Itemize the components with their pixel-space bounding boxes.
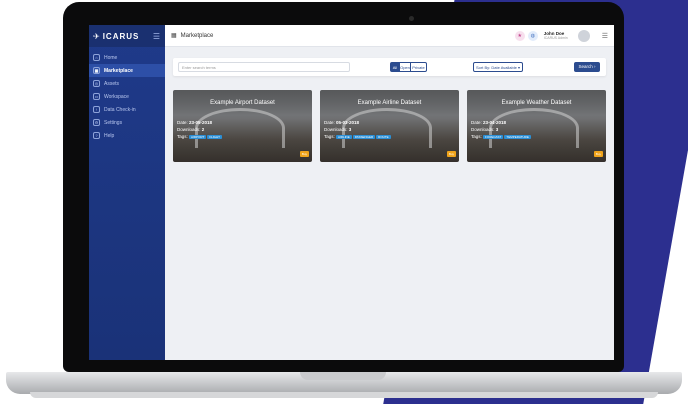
dataset-card[interactable]: Example Airport Dataset Date: 23-05-2018… <box>173 90 312 162</box>
filter-bar: Enter search terms All Open Private Sort… <box>173 58 606 76</box>
plane-logo-icon: ✈ <box>93 31 100 41</box>
card-tags: Tags: AIRLINE PASSENGER ROUTE <box>324 134 391 139</box>
sidebar-item-help[interactable]: ? Help <box>89 129 165 142</box>
avatar[interactable] <box>577 29 590 42</box>
sort-dropdown[interactable]: Sort By: Date Available ▾ <box>473 62 523 72</box>
menu-toggle-icon[interactable]: ☰ <box>153 32 160 41</box>
grid-icon: ▦ <box>93 67 100 74</box>
sidebar-item-label: Settings <box>104 119 123 126</box>
sidebar-item-marketplace[interactable]: ▦ Marketplace <box>89 64 165 77</box>
globe-icon[interactable]: ◍ <box>527 30 538 41</box>
tag[interactable]: AIRLINE <box>336 135 352 139</box>
user-role: ICARUS Admin <box>543 36 568 40</box>
tag[interactable]: FORECAST <box>483 135 504 139</box>
tag[interactable]: PASSENGER <box>352 135 376 139</box>
brand-name: ICARUS <box>102 31 140 41</box>
laptop-mockup: ✈ ICARUS ☰ ⌂ Home ▦ Marketplace ◎ Assets ▭ W… <box>0 0 688 404</box>
airport-roof-image <box>489 108 579 148</box>
sidebar-item-label: Workspace <box>104 93 129 100</box>
upload-icon: ↑ <box>93 106 100 113</box>
dataset-card[interactable]: Example Airline Dataset Date: 05-03-2018… <box>320 90 459 162</box>
laptop-notch <box>300 372 386 380</box>
sidebar-item-label: Home <box>104 54 118 61</box>
home-icon: ⌂ <box>93 54 100 61</box>
airport-roof-image <box>195 108 285 148</box>
tag[interactable]: ROUTE <box>376 135 391 139</box>
topbar: ▦ Marketplace ★ ◍ John Doe ICARUS Admin … <box>165 25 614 47</box>
card-title: Example Airline Dataset <box>357 100 422 106</box>
sidebar-item-data-check-in[interactable]: ↑ Data Check-in <box>89 103 165 116</box>
sidebar-item-workspace[interactable]: ▭ Workspace <box>89 90 165 103</box>
card-title: Example Airport Dataset <box>210 100 275 106</box>
brand[interactable]: ✈ ICARUS ☰ <box>89 25 165 47</box>
card-date: Date: 05-03-2018 <box>324 120 360 125</box>
tag[interactable]: TEMPERATURE <box>504 135 531 139</box>
buy-badge[interactable]: Buy <box>446 151 456 157</box>
buy-badge[interactable]: Buy <box>299 151 309 157</box>
sidebar-item-home[interactable]: ⌂ Home <box>89 51 165 64</box>
sidebar-item-settings[interactable]: ⚙ Settings <box>89 116 165 129</box>
tag[interactable]: FLIGHT <box>207 135 222 139</box>
sidebar-item-label: Help <box>104 132 115 139</box>
folder-icon: ▭ <box>93 93 100 100</box>
sidebar-item-label: Marketplace <box>104 67 133 74</box>
sidebar-item-label: Data Check-in <box>104 106 136 113</box>
star-icon[interactable]: ★ <box>514 30 525 41</box>
screen: ✈ ICARUS ☰ ⌂ Home ▦ Marketplace ◎ Assets ▭ W… <box>89 25 614 360</box>
card-tags: Tags: AIRPORT FLIGHT <box>177 134 222 139</box>
search-button[interactable]: Search › <box>574 62 600 72</box>
card-downloads: Downloads: 2 <box>177 127 205 132</box>
help-icon: ? <box>93 132 100 139</box>
sidebar-item-label: Assets <box>104 80 120 87</box>
sidebar-item-assets[interactable]: ◎ Assets <box>89 77 165 90</box>
grid-icon: ▦ <box>171 33 177 39</box>
card-title: Example Weather Dataset <box>501 100 572 106</box>
sidebar-nav: ⌂ Home ▦ Marketplace ◎ Assets ▭ Workspace ↑ D… <box>89 51 165 142</box>
laptop-base-shadow <box>30 392 658 398</box>
gear-icon: ⚙ <box>93 119 100 126</box>
card-downloads: Downloads: 3 <box>471 127 499 132</box>
user-block[interactable]: John Doe ICARUS Admin <box>544 31 568 40</box>
search-button-label: Search <box>578 64 593 69</box>
page-title: Marketplace <box>180 32 214 39</box>
airport-roof-image <box>342 108 432 148</box>
menu-icon[interactable]: ☰ <box>602 32 608 40</box>
database-icon: ◎ <box>93 80 100 87</box>
card-tags: Tags: FORECAST TEMPERATURE <box>471 134 531 139</box>
search-input[interactable]: Enter search terms <box>178 62 350 72</box>
card-downloads: Downloads: 3 <box>324 127 352 132</box>
card-date: Date: 23-05-2018 <box>177 120 213 125</box>
segment-private[interactable]: Private <box>410 62 427 72</box>
buy-badge[interactable]: Buy <box>593 151 603 157</box>
card-date: Date: 23-04-2018 <box>471 120 507 125</box>
dataset-card[interactable]: Example Weather Dataset Date: 23-04-2018… <box>467 90 606 162</box>
camera-dot <box>409 16 414 21</box>
tag[interactable]: AIRPORT <box>189 135 207 139</box>
sidebar: ✈ ICARUS ☰ ⌂ Home ▦ Marketplace ◎ Assets ▭ W… <box>89 25 165 360</box>
